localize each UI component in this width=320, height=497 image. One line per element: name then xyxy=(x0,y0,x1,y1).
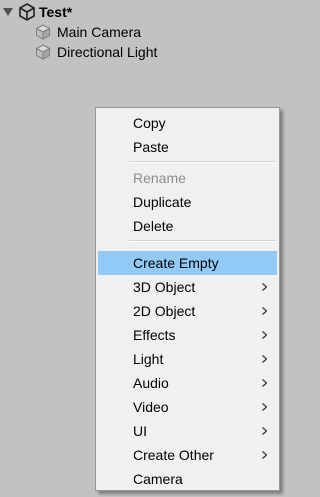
menu-item-label: 2D Object xyxy=(133,303,196,319)
submenu-arrow-icon xyxy=(262,379,267,387)
menu-item-light[interactable]: Light xyxy=(98,347,277,371)
scene-name: Test* xyxy=(39,4,73,20)
menu-item-rename: Rename xyxy=(98,166,277,190)
menu-item-2d-object[interactable]: 2D Object xyxy=(98,299,277,323)
menu-item-label: Video xyxy=(133,399,169,415)
submenu-arrow-icon xyxy=(262,355,267,363)
menu-item-ui[interactable]: UI xyxy=(98,419,277,443)
menu-item-label: Duplicate xyxy=(133,194,192,210)
menu-item-label: Create Empty xyxy=(133,255,219,271)
menu-item-copy[interactable]: Copy xyxy=(98,111,277,135)
menu-item-create-empty[interactable]: Create Empty xyxy=(98,251,277,275)
menu-item-label: Rename xyxy=(133,170,186,186)
submenu-arrow-icon xyxy=(262,331,267,339)
menu-item-label: Create Other xyxy=(133,447,214,463)
menu-item-label: UI xyxy=(133,423,147,439)
menu-separator xyxy=(129,240,275,242)
submenu-arrow-icon xyxy=(262,451,267,459)
submenu-arrow-icon xyxy=(262,403,267,411)
hierarchy-item-directional-light[interactable]: Directional Light xyxy=(35,42,157,62)
expand-arrow-icon[interactable] xyxy=(3,8,13,16)
menu-item-delete[interactable]: Delete xyxy=(98,214,277,238)
hierarchy-item-main-camera[interactable]: Main Camera xyxy=(35,22,141,42)
menu-item-label: Effects xyxy=(133,327,176,343)
hierarchy-item-label: Main Camera xyxy=(57,24,142,40)
menu-item-duplicate[interactable]: Duplicate xyxy=(98,190,277,214)
menu-item-3d-object[interactable]: 3D Object xyxy=(98,275,277,299)
menu-item-video[interactable]: Video xyxy=(98,395,277,419)
scene-row[interactable]: Test* xyxy=(2,2,72,22)
menu-item-label: Camera xyxy=(133,471,183,487)
submenu-arrow-icon xyxy=(262,307,267,315)
context-menu: Copy Paste Rename Duplicate Delete Creat… xyxy=(95,107,280,491)
menu-item-audio[interactable]: Audio xyxy=(98,371,277,395)
menu-item-camera[interactable]: Camera xyxy=(98,467,277,491)
submenu-arrow-icon xyxy=(262,283,267,291)
menu-item-label: Audio xyxy=(133,375,169,391)
menu-item-effects[interactable]: Effects xyxy=(98,323,277,347)
gameobject-cube-icon xyxy=(35,24,51,40)
menu-separator xyxy=(129,161,275,163)
menu-item-label: Copy xyxy=(133,115,166,131)
menu-item-label: Delete xyxy=(133,218,174,234)
hierarchy-item-label: Directional Light xyxy=(57,44,158,60)
menu-item-label: Paste xyxy=(133,139,169,155)
submenu-arrow-icon xyxy=(262,427,267,435)
menu-item-create-other[interactable]: Create Other xyxy=(98,443,277,467)
menu-item-label: 3D Object xyxy=(133,279,196,295)
menu-item-paste[interactable]: Paste xyxy=(98,135,277,159)
unity-logo-icon xyxy=(19,3,35,21)
menu-item-label: Light xyxy=(133,351,164,367)
gameobject-cube-icon xyxy=(35,44,51,60)
